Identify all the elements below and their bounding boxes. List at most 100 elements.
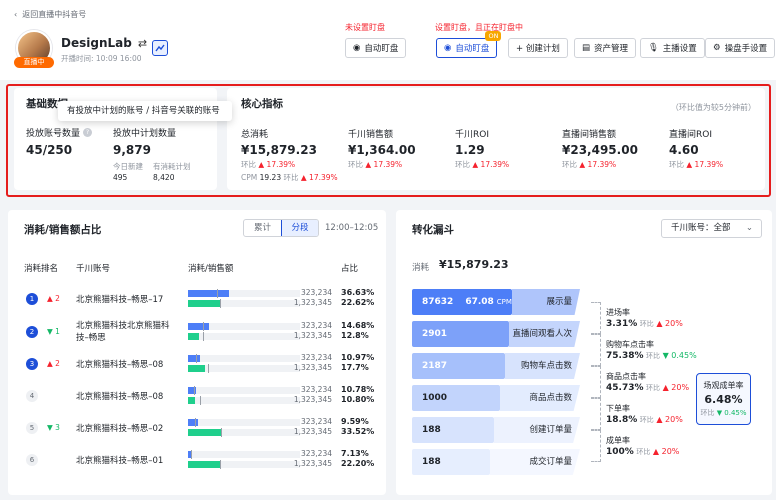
funnel-stage-name: 成交订单量 <box>529 457 572 467</box>
trend-chart-icon <box>155 44 165 52</box>
rank-delta: ▲ 2 <box>47 294 60 303</box>
spend-pct: 14.68% <box>341 321 375 330</box>
account-name: 北京熊猫科技–畅思–17 <box>76 295 164 305</box>
spend-pct: 10.78% <box>341 385 375 394</box>
table-row[interactable]: 3 ▲ 2 北京熊猫科技–畅思–08 323,234 1,323,345 10.… <box>14 350 384 378</box>
col-rank: 消耗排名 <box>24 264 59 274</box>
table-row[interactable]: 5 ▼ 3 北京熊猫科技–畅思–02 323,234 1,323,345 9.5… <box>14 414 384 442</box>
account-select[interactable]: 千川账号：全部 ⌄ <box>661 219 762 238</box>
account-name: 北京熊猫科技–畅思–01 <box>76 456 164 466</box>
funnel-stage-name: 直播间观看人次 <box>512 329 572 339</box>
rank-badge: 5 <box>26 422 38 434</box>
rank-badge: 3 <box>26 358 38 370</box>
spend-value: 323,234 <box>300 353 332 362</box>
bar-marker <box>208 364 209 373</box>
eye-icon: ◉ <box>444 43 452 53</box>
share-title: 消耗/销售额占比 <box>24 224 102 236</box>
sales-value: 1,323,345 <box>293 395 332 404</box>
sales-pct: 33.52% <box>341 427 375 436</box>
conversion-rate: 商品点击率 45.73% 环比 ▲ 20% <box>606 372 690 393</box>
funnel-stage-name: 创建订单量 <box>529 425 572 435</box>
host-settings-button[interactable]: 🎙 主播设置 <box>640 38 705 58</box>
scene-value: 6.48% <box>704 393 743 406</box>
table-row[interactable]: 4 北京熊猫科技–畅思–08 323,234 1,323,345 10.78% … <box>14 382 384 410</box>
sales-bar <box>188 365 205 372</box>
hint-watching: 设置盯盘，且正在盯盘中 <box>435 23 523 32</box>
sales-pct: 22.62% <box>341 298 375 307</box>
tab-segment[interactable]: 分段 <box>281 220 318 236</box>
funnel-stage-value: 188 <box>422 425 441 435</box>
spend-value: 323,234 <box>300 417 332 426</box>
sales-pct: 12.8% <box>341 331 369 340</box>
operator-icon: ⚙ <box>713 43 721 53</box>
bar-marker <box>191 450 192 459</box>
sales-bar <box>188 333 199 340</box>
table-row[interactable]: 6 北京熊猫科技–畅思–01 323,234 1,323,345 7.13% 2… <box>14 446 384 474</box>
table-row[interactable]: 1 ▲ 2 北京熊猫科技–畅思–17 323,234 1,323,345 36.… <box>14 285 384 313</box>
funnel-stage-value: 2187 <box>422 361 448 371</box>
funnel-stage-value: 188 <box>422 457 441 467</box>
bar-marker <box>194 386 195 395</box>
rate-bracket <box>591 334 601 366</box>
spend-bar <box>188 419 198 426</box>
rank-badge: 1 <box>26 293 38 305</box>
microphone-icon: 🎙 <box>648 43 659 53</box>
rank-badge: 4 <box>26 390 38 402</box>
rank-delta: ▼ 1 <box>47 327 60 336</box>
create-plan-button[interactable]: + 创建计划 <box>508 38 568 58</box>
tab-total[interactable]: 累计 <box>244 220 281 236</box>
sales-pct: 17.7% <box>341 363 369 372</box>
rank-delta: ▼ 3 <box>47 423 60 432</box>
spend-value: 323,234 <box>300 385 332 394</box>
operator-settings-button[interactable]: ⚙ 操盘手设置 <box>705 38 776 58</box>
chevron-left-icon: ‹ <box>14 10 18 19</box>
spend-bar <box>188 290 229 297</box>
sales-value: 1,323,345 <box>293 459 332 468</box>
back-link[interactable]: ‹ 返回直播中抖音号 <box>14 9 86 20</box>
funnel-stage-name: 展示量 <box>546 297 572 307</box>
spend-value: 323,234 <box>300 449 332 458</box>
rank-delta: ▲ 2 <box>47 359 60 368</box>
rate-bracket <box>591 398 601 430</box>
spend-pct: 36.63% <box>341 288 375 297</box>
hint-not-watching: 未设置盯盘 <box>345 23 385 32</box>
bar-marker <box>195 418 196 427</box>
asset-management-button[interactable]: ▤ 资产管理 <box>574 38 637 58</box>
conversion-rate: 购物车点击率 75.38% 环比 ▼ 0.45% <box>606 340 697 361</box>
conversion-rate: 进场率 3.31% 环比 ▲ 20% <box>606 308 683 329</box>
account-name: 北京熊猫科技–畅思–08 <box>76 392 164 402</box>
funnel-stage-name: 商品点击数 <box>529 393 572 403</box>
sales-pct: 10.80% <box>341 395 375 404</box>
rate-bracket <box>591 302 601 334</box>
funnel-stage-name: 购物车点击数 <box>520 361 572 371</box>
back-label: 返回直播中抖音号 <box>22 10 87 19</box>
spend-pct: 9.59% <box>341 417 369 426</box>
top-bar: ‹ 返回直播中抖音号 直播中 DesignLab ⇄ 开播时间: 10:09 1… <box>0 0 776 80</box>
sales-value: 1,323,345 <box>293 298 332 307</box>
funnel-stage-value: 2901 <box>422 329 448 339</box>
account-name: 北京熊猫科技北京熊猫科技–畅思 <box>76 321 170 343</box>
funnel-spend-label: 消耗 <box>412 263 430 273</box>
spend-bar <box>188 355 200 362</box>
swap-icon[interactable]: ⇄ <box>138 37 147 50</box>
rate-bracket <box>591 366 601 398</box>
funnel-spend-value: ¥15,879.23 <box>439 258 509 271</box>
time-range: 12:00–12:05 <box>325 223 379 233</box>
auto-watch-button[interactable]: ◉ 自动盯盘 ON <box>436 31 502 58</box>
bar-marker <box>203 332 204 341</box>
bar-marker <box>217 289 218 298</box>
table-row[interactable]: 2 ▼ 1 北京熊猫科技北京熊猫科技–畅思 323,234 1,323,345 … <box>14 318 384 346</box>
rank-badge: 2 <box>26 326 38 338</box>
sales-bar <box>188 429 222 436</box>
scene-change: 环比 ▼ 0.45% <box>700 409 747 417</box>
col-ratio: 消耗/销售额 <box>188 264 234 274</box>
conversion-rate: 成单率 100% 环比 ▲ 20% <box>606 436 680 457</box>
spend-pct: 10.97% <box>341 353 375 362</box>
on-badge: ON <box>485 31 502 41</box>
spend-pct: 7.13% <box>341 449 369 458</box>
col-pct: 占比 <box>341 264 359 274</box>
manual-watch-button[interactable]: ◉ 自动盯盘 <box>345 38 407 58</box>
sales-bar <box>188 397 195 404</box>
trend-chart-button[interactable] <box>152 40 168 56</box>
live-badge: 直播中 <box>14 57 54 68</box>
